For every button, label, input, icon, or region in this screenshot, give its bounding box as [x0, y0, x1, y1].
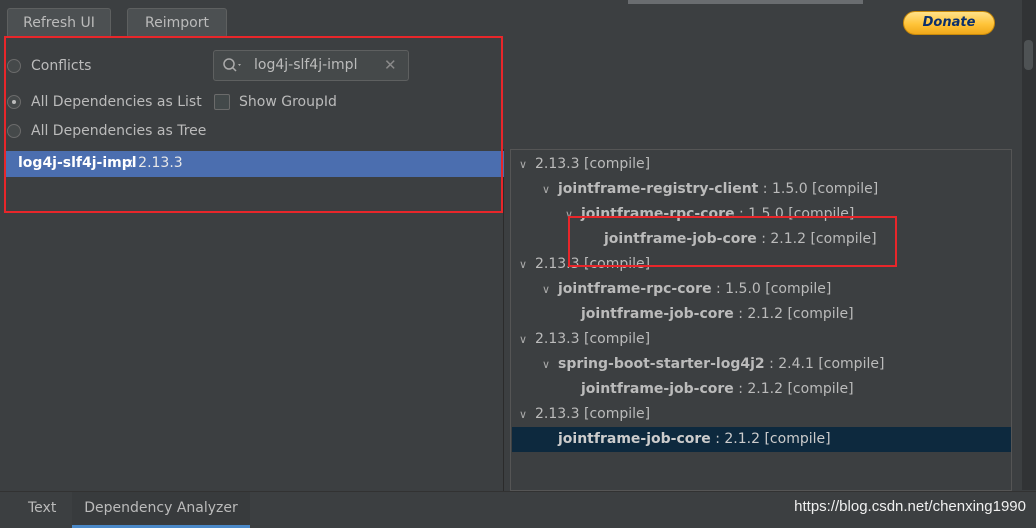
top-scroll-indicator — [628, 0, 863, 4]
tree-node[interactable]: ∨ 2.13.3 [compile] — [519, 402, 650, 427]
reimport-button[interactable]: Reimport — [127, 8, 227, 38]
tree-node[interactable]: ∨ 2.13.3 [compile] — [519, 152, 650, 177]
tree-node[interactable]: ∨ spring-boot-starter-log4j2 : 2.4.1 [com… — [542, 352, 884, 377]
refresh-ui-button[interactable]: Refresh UI — [7, 8, 111, 38]
annotation-box-tree-node — [568, 216, 897, 267]
tree-node[interactable]: ∨ jointframe-registry-client : 1.5.0 [com… — [542, 177, 878, 202]
watermark: https://blog.csdn.net/chenxing1990 — [794, 498, 1026, 515]
tree-node-version: : 1.5.0 [compile] — [758, 181, 879, 197]
chevron-down-icon[interactable]: ∨ — [542, 277, 558, 302]
tree-node-name: jointframe-job-core — [581, 306, 734, 322]
tree-node-version: 2.13.3 [compile] — [535, 156, 651, 172]
chevron-down-icon[interactable]: ∨ — [542, 352, 558, 377]
tab-text[interactable]: Text — [28, 492, 56, 525]
chevron-down-icon[interactable]: ∨ — [519, 152, 535, 177]
tab-dependency-analyzer[interactable]: Dependency Analyzer — [72, 492, 250, 528]
tree-node-version: 2.13.3 [compile] — [535, 331, 651, 347]
right-scrollbar-thumb[interactable] — [1024, 40, 1033, 70]
chevron-down-icon[interactable]: ∨ — [542, 177, 558, 202]
annotation-box-filters — [4, 36, 503, 213]
tree-node-name: spring-boot-starter-log4j2 — [558, 356, 765, 372]
donate-button[interactable]: Donate — [903, 11, 995, 35]
chevron-down-icon[interactable]: ∨ — [519, 252, 535, 277]
tree-node-name: jointframe-job-core — [581, 381, 734, 397]
dependency-tree: ∨ 2.13.3 [compile] ∨ jointframe-registry-cl… — [510, 149, 1012, 491]
tree-node-name: jointframe-rpc-core — [558, 281, 712, 297]
tree-node[interactable]: jointframe-job-core : 2.1.2 [compile] — [542, 427, 831, 452]
tree-node-version: 2.13.3 [compile] — [535, 406, 651, 422]
tree-node-name: jointframe-registry-client — [558, 181, 759, 197]
tree-node-name: jointframe-job-core — [558, 431, 711, 447]
tree-node[interactable]: ∨ jointframe-rpc-core : 1.5.0 [compile] — [542, 277, 831, 302]
chevron-down-icon[interactable]: ∨ — [519, 327, 535, 352]
tree-node-version: : 2.1.2 [compile] — [710, 431, 831, 447]
tree-node-version: : 2.1.2 [compile] — [733, 306, 854, 322]
tree-node[interactable]: jointframe-job-core : 2.1.2 [compile] — [565, 377, 854, 402]
chevron-down-icon[interactable]: ∨ — [519, 402, 535, 427]
right-scrollbar-track[interactable] — [1022, 0, 1036, 490]
tree-node[interactable]: ∨ 2.13.3 [compile] — [519, 327, 650, 352]
tree-node-version: : 2.4.1 [compile] — [764, 356, 885, 372]
tree-node-version: : 2.1.2 [compile] — [733, 381, 854, 397]
tree-node[interactable]: jointframe-job-core : 2.1.2 [compile] — [565, 302, 854, 327]
tree-node-version: : 1.5.0 [compile] — [711, 281, 832, 297]
